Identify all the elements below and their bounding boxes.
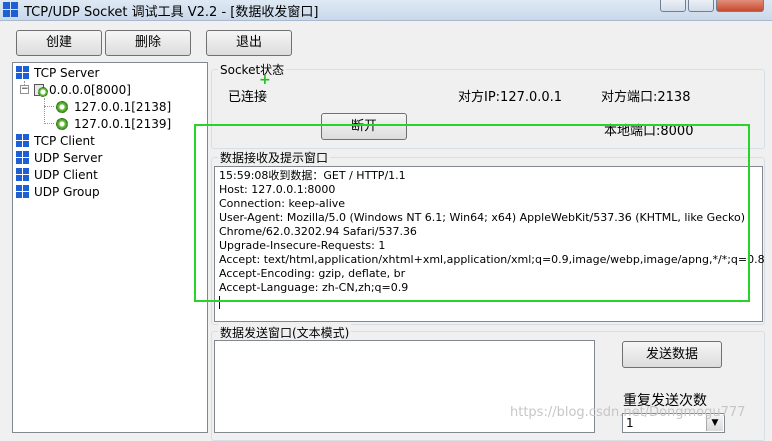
grid-icon <box>16 151 30 165</box>
grid-icon <box>16 66 30 80</box>
close-button[interactable] <box>716 0 764 12</box>
minimize-button[interactable] <box>660 0 686 12</box>
receive-line: Chrome/62.0.3202.94 Safari/537.36 <box>219 225 417 238</box>
connection-state: 已连接 <box>228 90 268 105</box>
disconnect-button[interactable]: 断开 <box>321 113 407 140</box>
grid-icon <box>16 185 30 199</box>
grid-icon <box>16 168 30 182</box>
server-icon <box>33 83 48 97</box>
send-group-label: 数据发送窗口(文本模式) <box>218 324 352 341</box>
receive-group-label: 数据接收及提示窗口 <box>218 149 331 166</box>
mouse-cursor-icon: + <box>259 72 271 88</box>
socket-status-label: Socket状态 <box>218 61 287 78</box>
receive-line: Connection: keep-alive <box>219 197 346 210</box>
create-button[interactable]: 创建 <box>16 30 102 56</box>
grid-icon <box>16 134 30 148</box>
receive-line: User-Agent: Mozilla/5.0 (Windows NT 6.1;… <box>219 211 746 224</box>
connection-icon <box>56 101 68 113</box>
window-title: TCP/UDP Socket 调试工具 V2.2 - [数据收发窗口] <box>24 5 319 20</box>
text-caret <box>219 296 220 309</box>
title-bar[interactable]: TCP/UDP Socket 调试工具 V2.2 - [数据收发窗口] <box>0 0 772 21</box>
receive-textarea[interactable]: 15:59:08收到数据：GET / HTTP/1.1 Host: 127.0.… <box>214 166 765 322</box>
receive-line: Upgrade-Insecure-Requests: 1 <box>219 239 386 252</box>
socket-tree[interactable]: TCP Server − 0.0.0.0[8000] 127.0.0.1[213… <box>12 62 208 433</box>
receive-line: Accept-Encoding: gzip, deflate, br <box>219 267 406 280</box>
app-grid-icon <box>3 2 19 18</box>
exit-button[interactable]: 退出 <box>206 30 292 56</box>
connection-icon <box>56 118 68 130</box>
local-port: 本地端口:8000 <box>604 124 694 139</box>
receive-line: Host: 127.0.0.1:8000 <box>219 183 336 196</box>
remote-port: 对方端口:2138 <box>601 90 691 105</box>
delete-button[interactable]: 删除 <box>105 30 191 56</box>
receive-line: 15:59:08收到数据：GET / HTTP/1.1 <box>219 169 406 182</box>
maximize-button[interactable] <box>688 0 714 12</box>
toolbar: 创建 删除 退出 <box>0 21 772 59</box>
remote-ip: 对方IP:127.0.0.1 <box>458 90 563 105</box>
receive-line: Accept-Language: zh-CN,zh;q=0.9 <box>219 281 409 294</box>
send-data-button[interactable]: 发送数据 <box>622 341 722 368</box>
collapse-toggle[interactable]: − <box>20 85 29 94</box>
receive-line: Accept: text/html,application/xhtml+xml,… <box>219 253 765 266</box>
watermark-text: https://blog.csdn.net/Dongmogu777 <box>510 405 746 420</box>
